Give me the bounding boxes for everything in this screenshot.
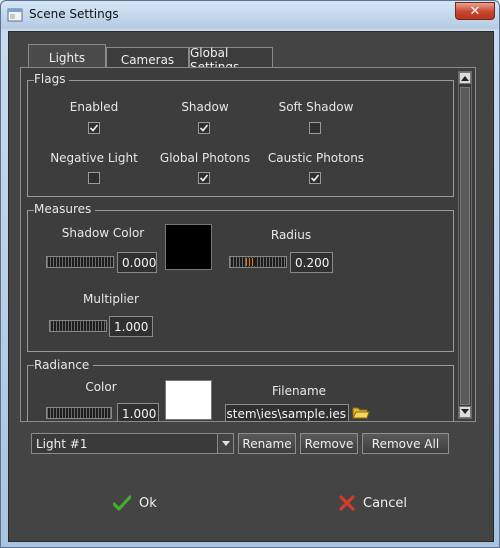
remove-all-button-label: Remove All [371,436,440,451]
radius-slider-indicator [246,258,255,266]
checkmark-icon [199,174,209,182]
remove-all-button[interactable]: Remove All [362,433,449,454]
scroll-down-button[interactable] [459,406,471,418]
radius-value-text: 0.200 [295,255,330,270]
radius-label: Radius [270,228,312,242]
close-icon: ✕ [469,3,481,19]
folder-icon[interactable] [352,405,370,421]
negative-light-checkbox[interactable] [88,172,100,184]
shadow-checkbox[interactable] [198,122,210,134]
scroll-thumb[interactable] [460,87,470,405]
soft-shadow-label: Soft Shadow [278,100,354,114]
title-bar[interactable]: Scene Settings ✕ [1,1,499,29]
shadow-color-slider[interactable] [46,256,114,268]
color-value[interactable]: 1.000 [117,403,159,421]
filename-value: System\ies\sample.ies [225,407,346,421]
color-value-text: 1.000 [122,406,157,421]
remove-button-label: Remove [304,436,354,451]
shadow-color-swatch[interactable] [165,224,212,270]
color-swatch[interactable] [165,380,212,420]
tab-lights-label: Lights [48,50,86,65]
soft-shadow-checkbox[interactable] [309,122,321,134]
enabled-checkbox[interactable] [88,122,100,134]
cancel-button[interactable]: Cancel [339,490,407,516]
arrow-down-icon [461,409,469,414]
shadow-color-label: Shadow Color [61,226,145,240]
radius-slider[interactable] [229,256,287,268]
multiplier-value[interactable]: 1.000 [109,316,153,337]
light-select[interactable]: Light #1 [31,433,234,454]
panel-scrollbar[interactable] [458,71,472,419]
light-select-value: Light #1 [36,436,88,451]
cancel-button-label: Cancel [363,495,408,511]
scene-settings-icon [7,8,23,22]
shadow-color-value[interactable]: 0.000 [117,252,157,273]
multiplier-slider[interactable] [49,320,107,332]
checkmark-icon [89,124,99,132]
shadow-label: Shadow [181,100,229,114]
global-photons-checkbox[interactable] [198,172,210,184]
color-label: Color [85,380,117,394]
negative-light-label: Negative Light [50,151,138,165]
chevron-down-icon [217,434,233,453]
rename-button-label: Rename [242,436,292,451]
radiance-group-title: Radiance [34,358,94,372]
multiplier-value-text: 1.000 [114,319,149,334]
checkmark-icon [113,495,131,511]
caustic-photons-checkbox[interactable] [309,172,321,184]
measures-group-title: Measures [34,202,96,216]
flags-group-title: Flags [34,72,70,86]
ok-button-label: Ok [139,495,157,511]
color-slider[interactable] [46,407,112,419]
x-icon [339,495,355,511]
filename-label: Filename [271,384,327,398]
lights-panel: Flags Enabled Shadow Soft Shadow Negativ… [20,67,476,422]
checkmark-icon [310,174,320,182]
arrow-up-icon [461,76,469,81]
rename-button[interactable]: Rename [238,433,296,454]
enabled-label: Enabled [69,100,119,114]
radius-value[interactable]: 0.200 [290,252,333,273]
scroll-up-button[interactable] [459,72,471,84]
filename-input[interactable]: a System\ies\sample.ies [225,404,349,421]
shadow-color-value-text: 0.000 [122,255,157,270]
ok-button[interactable]: Ok [113,490,157,516]
window-title: Scene Settings [29,7,119,21]
remove-button[interactable]: Remove [300,433,358,454]
close-button[interactable]: ✕ [455,2,495,20]
caustic-photons-label: Caustic Photons [267,151,365,165]
checkmark-icon [199,124,209,132]
global-photons-label: Global Photons [159,151,251,165]
multiplier-label: Multiplier [83,292,139,306]
tab-cameras-label: Cameras [120,52,175,67]
